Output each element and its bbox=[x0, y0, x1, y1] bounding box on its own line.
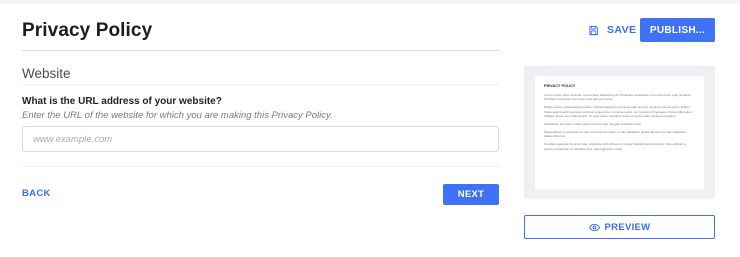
preview-paragraph: Vestibulum leo justo, mollis euismod nun… bbox=[544, 122, 643, 127]
header-divider bbox=[22, 50, 499, 51]
section-divider bbox=[22, 84, 499, 85]
document-preview-page: PRIVACY POLICY Lorem ipsum dolor sit ame… bbox=[535, 76, 704, 189]
question-label: What is the URL address of your website? bbox=[22, 96, 222, 107]
preview-paragraph: Curabitur egestas rhoncus ante, a lobort… bbox=[544, 142, 686, 151]
website-url-input[interactable] bbox=[22, 126, 499, 152]
page-title: Privacy Policy bbox=[22, 20, 153, 41]
save-button[interactable]: SAVE bbox=[588, 19, 636, 41]
section-title: Website bbox=[22, 66, 71, 81]
footer-divider bbox=[22, 166, 499, 167]
preview-paragraph: Lorem ipsum dolor sit amet, consectetur … bbox=[544, 93, 692, 102]
question-hint: Enter the URL of the website for which y… bbox=[22, 110, 333, 121]
eye-icon bbox=[588, 223, 600, 231]
next-button[interactable]: NEXT bbox=[443, 184, 499, 205]
preview-button[interactable]: PREVIEW bbox=[524, 215, 715, 239]
preview-paragraph: Suspendisse consectetur ac odio rhoncus … bbox=[544, 129, 686, 139]
preview-label: PREVIEW bbox=[604, 221, 651, 233]
save-label: SAVE bbox=[607, 24, 637, 36]
floppy-disk-icon bbox=[589, 25, 599, 35]
back-button[interactable]: BACK bbox=[22, 188, 51, 199]
document-preview-panel: PRIVACY POLICY Lorem ipsum dolor sit ame… bbox=[524, 66, 715, 199]
preview-doc-title: PRIVACY POLICY bbox=[544, 84, 576, 88]
publish-button[interactable]: PUBLISH... bbox=[640, 18, 715, 42]
preview-paragraph: Nullam auctor pellentesque pretium. Maur… bbox=[544, 105, 692, 119]
page-header: Privacy Policy SAVE PUBLISH... bbox=[0, 4, 740, 52]
